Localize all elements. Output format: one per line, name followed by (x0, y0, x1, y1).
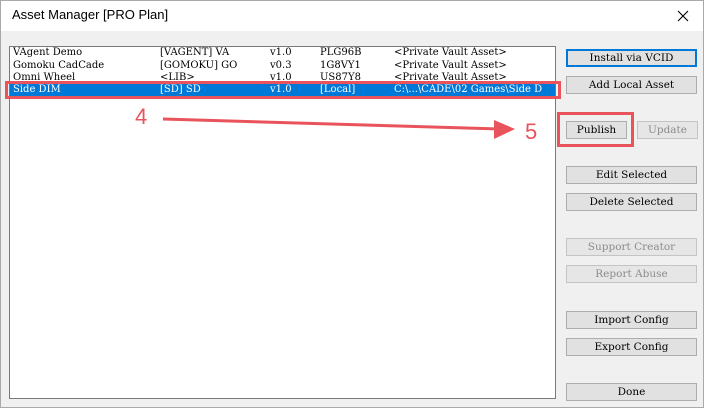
arrowhead-icon (494, 120, 515, 139)
annotation-arrow (162, 117, 515, 139)
